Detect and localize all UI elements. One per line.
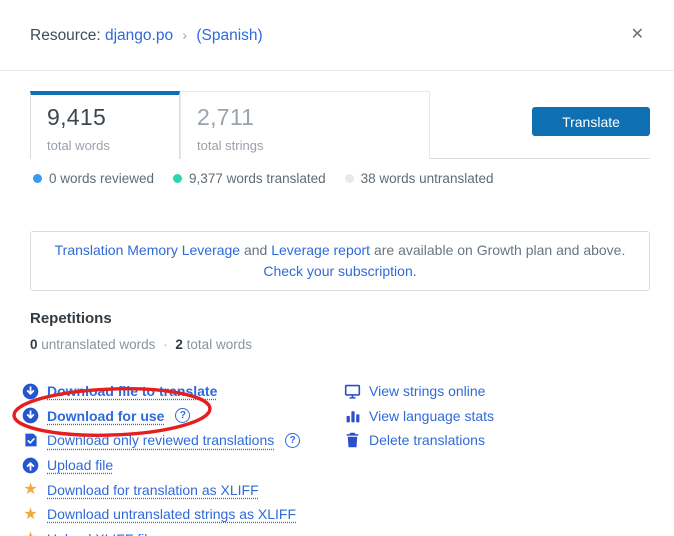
document-check-icon xyxy=(22,432,39,449)
tm-leverage-link[interactable]: Translation Memory Leverage xyxy=(55,242,240,258)
modal-content: 9,415 total words 2,711 total strings Tr… xyxy=(0,91,674,536)
total-strings-label: total strings xyxy=(197,138,413,153)
repetitions-title: Repetitions xyxy=(30,310,650,327)
action-label[interactable]: Upload file xyxy=(47,457,113,473)
total-label: total words xyxy=(187,337,252,352)
plan-notice-line1: Translation Memory Leverage and Leverage… xyxy=(41,240,639,261)
download-untranslated-xliff-link[interactable]: ★ Download untranslated strings as XLIFF xyxy=(22,502,344,527)
total-count: 2 xyxy=(175,337,183,352)
star-icon: ★ xyxy=(22,506,39,523)
download-reviewed-translations-link[interactable]: Download only reviewed translations ? xyxy=(22,428,344,453)
actions-left-column: Download file to translate Download for … xyxy=(22,379,344,536)
header-divider xyxy=(0,70,674,71)
total-words-value: 9,415 xyxy=(47,104,163,131)
plan-notice: Translation Memory Leverage and Leverage… xyxy=(30,231,650,291)
words-legend: 0 words reviewed 9,377 words translated … xyxy=(30,171,650,186)
action-label[interactable]: Download for use xyxy=(47,408,164,424)
action-label[interactable]: View language stats xyxy=(369,408,494,424)
untranslated-count: 0 xyxy=(30,337,38,352)
modal-header: Resource: django.po › (Spanish) ✕ xyxy=(0,0,674,45)
upload-file-link[interactable]: Upload file xyxy=(22,453,344,478)
resource-label: Resource: xyxy=(30,27,101,44)
action-label[interactable]: Download untranslated strings as XLIFF xyxy=(47,506,296,522)
reviewed-dot-icon xyxy=(33,174,42,183)
action-label[interactable]: Delete translations xyxy=(369,432,485,448)
delete-translations-link[interactable]: Delete translations xyxy=(344,428,644,453)
download-circle-icon xyxy=(22,383,39,400)
repetitions-stats: 0 untranslated words · 2 total words xyxy=(30,337,650,352)
view-language-stats-link[interactable]: View language stats xyxy=(344,404,644,429)
legend-translated-label: 9,377 words translated xyxy=(189,171,326,186)
download-circle-icon xyxy=(22,407,39,424)
star-icon: ★ xyxy=(22,481,39,498)
tab-total-words[interactable]: 9,415 total words xyxy=(30,91,180,159)
language-link[interactable]: (Spanish) xyxy=(196,27,262,44)
upload-circle-icon xyxy=(22,457,39,474)
download-file-to-translate-link[interactable]: Download file to translate xyxy=(22,379,344,404)
translated-dot-icon xyxy=(173,174,182,183)
total-strings-value: 2,711 xyxy=(197,104,413,131)
untranslated-label: untranslated words xyxy=(41,337,155,352)
untranslated-dot-icon xyxy=(345,174,354,183)
monitor-icon xyxy=(344,383,361,400)
check-subscription-link[interactable]: Check your subscription. xyxy=(263,263,416,279)
action-label[interactable]: Download file to translate xyxy=(47,383,217,399)
legend-reviewed-label: 0 words reviewed xyxy=(49,171,154,186)
help-icon[interactable]: ? xyxy=(175,408,190,423)
action-label[interactable]: Upload XLIFF file xyxy=(47,531,155,536)
download-translation-xliff-link[interactable]: ★ Download for translation as XLIFF xyxy=(22,477,344,502)
leverage-report-link[interactable]: Leverage report xyxy=(271,242,370,258)
download-for-use-link[interactable]: Download for use ? xyxy=(22,404,344,429)
stats-tabstrip: 9,415 total words 2,711 total strings Tr… xyxy=(30,91,650,159)
upload-xliff-link[interactable]: ★ Upload XLIFF file xyxy=(22,527,344,536)
star-icon: ★ xyxy=(22,530,39,536)
tab-total-strings[interactable]: 2,711 total strings xyxy=(180,91,430,159)
action-label[interactable]: Download for translation as XLIFF xyxy=(47,482,259,498)
action-label[interactable]: View strings online xyxy=(369,383,485,399)
page-title: Resource: django.po › (Spanish) xyxy=(30,27,263,45)
bar-chart-icon xyxy=(344,407,361,424)
notice-rest-text: are available on Growth plan and above. xyxy=(370,242,625,258)
close-icon[interactable]: ✕ xyxy=(629,25,646,45)
view-strings-online-link[interactable]: View strings online xyxy=(344,379,644,404)
help-icon[interactable]: ? xyxy=(285,433,300,448)
actions-section: Download file to translate Download for … xyxy=(22,379,650,536)
notice-and-text: and xyxy=(240,242,271,258)
resource-link[interactable]: django.po xyxy=(105,27,173,44)
chevron-right-icon: › xyxy=(177,27,192,43)
legend-untranslated: 38 words untranslated xyxy=(345,171,494,186)
plan-notice-line2: Check your subscription. xyxy=(41,261,639,282)
resource-modal: Resource: django.po › (Spanish) ✕ 9,415 … xyxy=(0,0,674,536)
action-label[interactable]: Download only reviewed translations xyxy=(47,432,274,448)
stats-separator: · xyxy=(159,337,172,352)
trash-icon xyxy=(344,432,361,449)
total-words-label: total words xyxy=(47,138,163,153)
translate-button[interactable]: Translate xyxy=(532,107,650,136)
legend-untranslated-label: 38 words untranslated xyxy=(361,171,494,186)
legend-translated: 9,377 words translated xyxy=(173,171,326,186)
actions-right-column: View strings online View language stats … xyxy=(344,379,644,536)
legend-reviewed: 0 words reviewed xyxy=(33,171,154,186)
